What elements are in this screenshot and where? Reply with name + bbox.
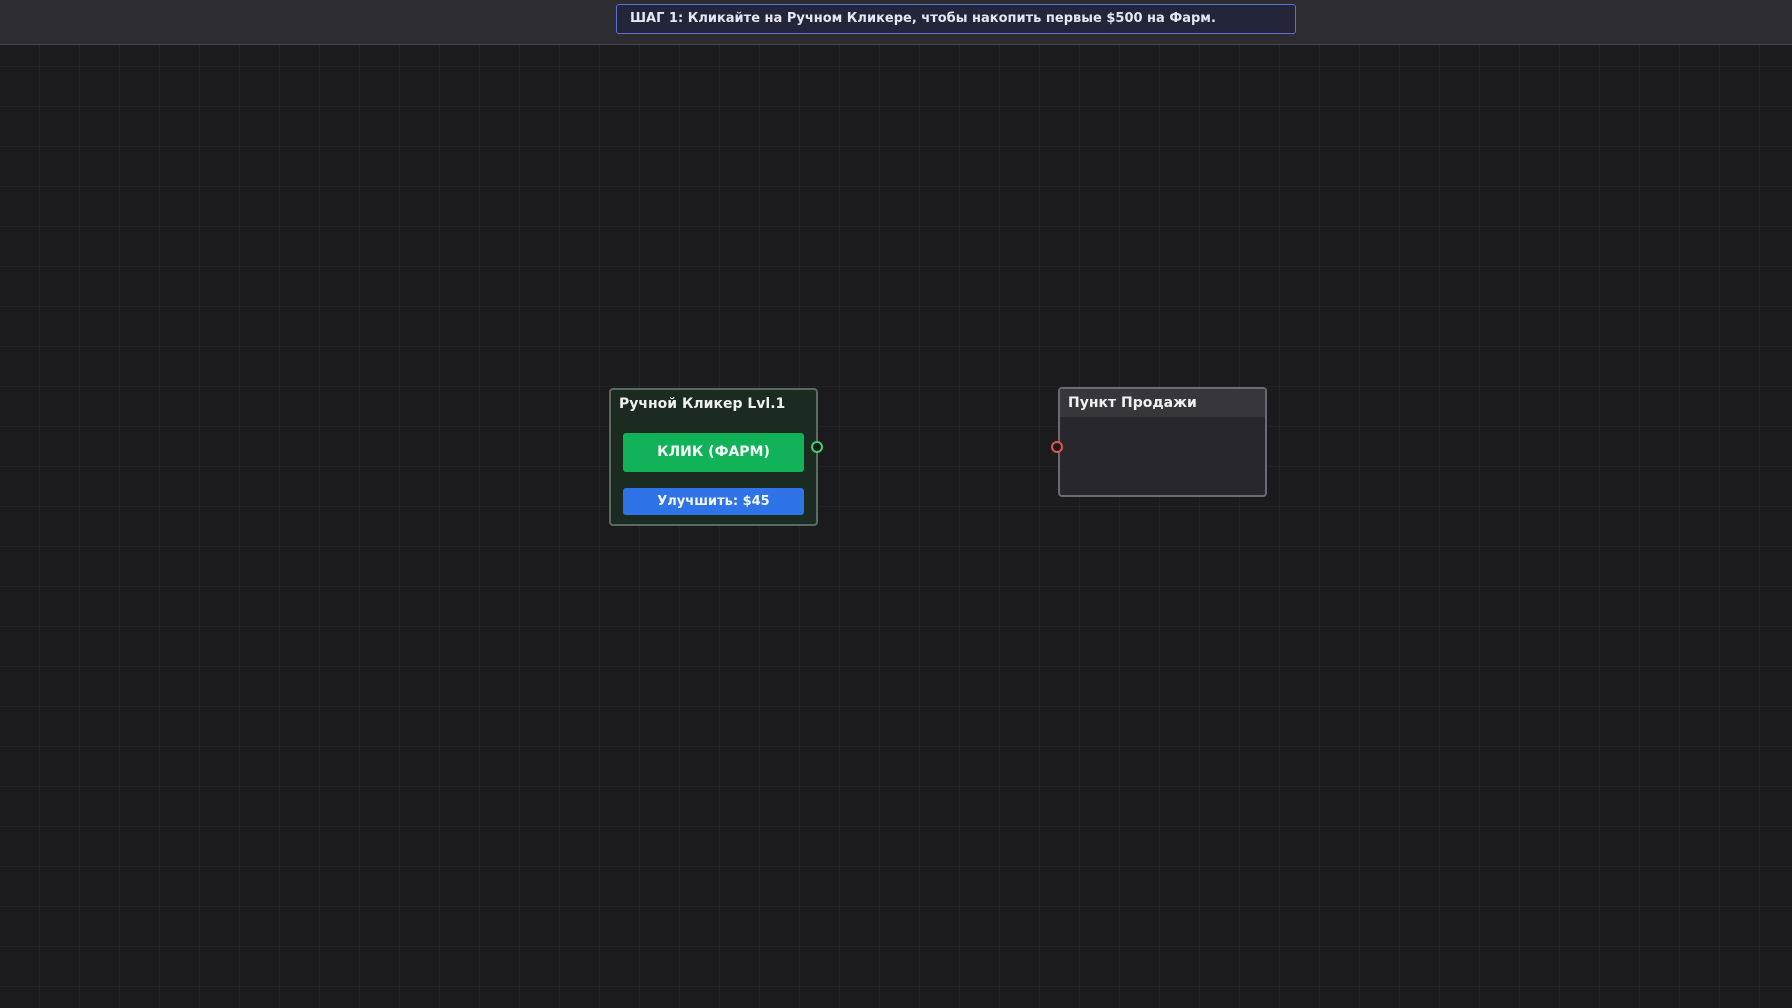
farm-click-button[interactable]: КЛИК (ФАРМ) xyxy=(623,433,804,472)
sell-point-title: Пункт Продажи xyxy=(1060,389,1265,417)
node-canvas[interactable] xyxy=(0,45,1792,1008)
clicker-output-port[interactable] xyxy=(811,441,823,453)
top-bar: ШАГ 1: Кликайте на Ручном Кликере, чтобы… xyxy=(0,0,1792,45)
manual-clicker-title: Ручной Кликер Lvl.1 xyxy=(619,396,786,412)
sell-point-input-port[interactable] xyxy=(1051,441,1063,453)
sell-point-node[interactable]: Пункт Продажи xyxy=(1058,387,1267,497)
upgrade-button[interactable]: Улучшить: $45 xyxy=(623,488,804,515)
manual-clicker-node[interactable]: Ручной Кликер Lvl.1 КЛИК (ФАРМ) Улучшить… xyxy=(609,388,818,526)
tutorial-banner: ШАГ 1: Кликайте на Ручном Кликере, чтобы… xyxy=(616,4,1296,34)
